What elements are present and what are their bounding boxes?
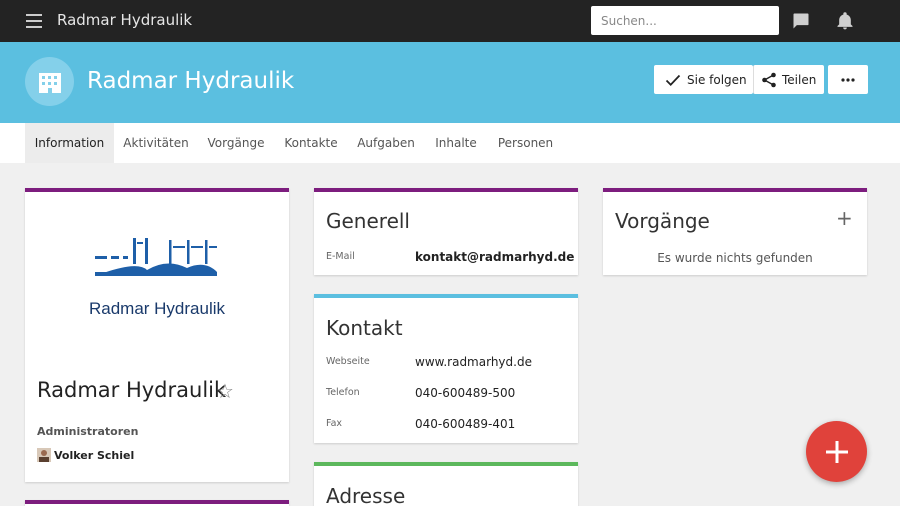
- follow-button-label: Sie folgen: [687, 72, 747, 87]
- tab-vorgaenge[interactable]: Vorgänge: [202, 123, 270, 163]
- search-input[interactable]: [591, 6, 779, 35]
- add-button[interactable]: [806, 421, 867, 482]
- top-bar: Radmar Hydraulik: [0, 0, 900, 42]
- admin-name: Volker Schiel: [54, 448, 135, 462]
- tab-aufgaben[interactable]: Aufgaben: [352, 123, 420, 163]
- admins-heading: Administratoren: [37, 425, 139, 438]
- entity-header: Radmar Hydraulik Sie folgen Teilen: [0, 42, 900, 123]
- website-label: Webseite: [326, 356, 370, 367]
- generell-title: Generell: [326, 209, 410, 233]
- admin-user[interactable]: Volker Schiel: [37, 448, 134, 462]
- company-logo: Radmar Hydraulik: [89, 238, 226, 318]
- company-name: Radmar Hydraulik: [37, 378, 227, 402]
- share-button-label: Teilen: [782, 72, 817, 87]
- share-button[interactable]: Teilen: [753, 65, 824, 94]
- tab-kontakte[interactable]: Kontakte: [278, 123, 344, 163]
- logo-text: Radmar Hydraulik: [89, 299, 226, 318]
- star-icon[interactable]: ☆: [216, 379, 234, 403]
- adresse-title: Adresse: [326, 484, 406, 506]
- vorgaenge-title: Vorgänge: [615, 209, 710, 233]
- app-title: Radmar Hydraulik: [57, 11, 193, 29]
- check-icon: [665, 74, 681, 86]
- profile-card: Radmar Hydraulik Radmar Hydraulik ☆ Admi…: [25, 188, 289, 482]
- menu-icon[interactable]: [26, 14, 42, 28]
- plus-icon: [825, 440, 848, 463]
- user-avatar: [37, 448, 51, 462]
- tab-inhalte[interactable]: Inhalte: [428, 123, 484, 163]
- tab-aktivitaeten[interactable]: Aktivitäten: [117, 123, 195, 163]
- website-value[interactable]: www.radmarhyd.de: [415, 355, 532, 369]
- vorgaenge-card: Vorgänge + Es wurde nichts gefunden: [603, 188, 867, 275]
- phone-value[interactable]: 040-600489-500: [415, 386, 515, 400]
- kontakt-title: Kontakt: [326, 316, 403, 340]
- generell-card: Generell E-Mail kontakt@radmarhyd.de: [314, 188, 578, 275]
- logo-mark: [95, 238, 217, 276]
- tab-personen[interactable]: Personen: [492, 123, 559, 163]
- plus-icon[interactable]: +: [836, 206, 853, 230]
- fax-value: 040-600489-401: [415, 417, 516, 431]
- follow-button[interactable]: Sie folgen: [654, 65, 753, 94]
- tab-information[interactable]: Information: [25, 123, 114, 163]
- fax-label: Fax: [326, 418, 343, 429]
- more-icon: [841, 77, 855, 82]
- bell-icon[interactable]: [835, 11, 855, 31]
- more-button[interactable]: [828, 65, 868, 94]
- secondary-card: [25, 500, 289, 506]
- empty-state-text: Es wurde nichts gefunden: [657, 251, 813, 265]
- building-icon: [38, 72, 61, 93]
- company-avatar: [25, 57, 74, 106]
- adresse-card: Adresse: [314, 462, 578, 506]
- share-icon: [762, 72, 776, 87]
- chat-icon[interactable]: [791, 11, 811, 31]
- tab-bar: Information Aktivitäten Vorgänge Kontakt…: [0, 123, 900, 163]
- phone-label: Telefon: [326, 387, 360, 398]
- kontakt-card: Kontakt Webseite www.radmarhyd.de Telefo…: [314, 294, 578, 443]
- page-title: Radmar Hydraulik: [87, 68, 295, 94]
- email-label: E-Mail: [326, 251, 355, 262]
- email-value[interactable]: kontakt@radmarhyd.de: [415, 250, 574, 264]
